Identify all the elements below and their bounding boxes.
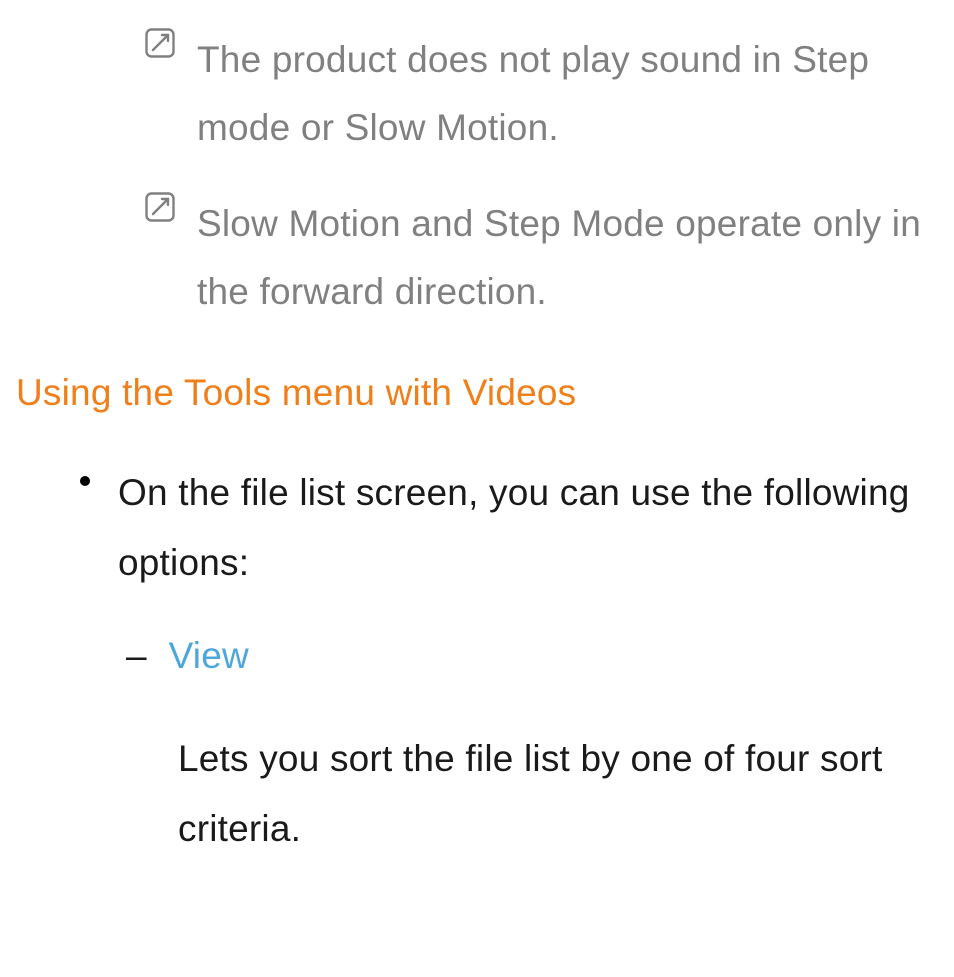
bullet-icon bbox=[80, 476, 90, 486]
dash-row: – View bbox=[126, 632, 944, 680]
note-list: The product does not play sound in Step … bbox=[145, 26, 944, 326]
dash-mark: – bbox=[126, 632, 147, 680]
bullet-row: On the file list screen, you can use the… bbox=[80, 458, 944, 598]
note-text: The product does not play sound in Step … bbox=[197, 26, 944, 162]
note-item: The product does not play sound in Step … bbox=[145, 26, 944, 162]
note-icon bbox=[145, 28, 175, 63]
bullet-text: On the file list screen, you can use the… bbox=[118, 458, 944, 598]
bullet-block: On the file list screen, you can use the… bbox=[80, 458, 944, 864]
dash-block: – View Lets you sort the file list by on… bbox=[126, 632, 944, 864]
note-text: Slow Motion and Step Mode operate only i… bbox=[197, 190, 944, 326]
option-view-description: Lets you sort the file list by one of fo… bbox=[178, 724, 944, 864]
option-view-label: View bbox=[169, 632, 249, 680]
document-page: The product does not play sound in Step … bbox=[0, 26, 954, 894]
note-icon bbox=[145, 192, 175, 227]
section-heading: Using the Tools menu with Videos bbox=[16, 368, 944, 418]
note-item: Slow Motion and Step Mode operate only i… bbox=[145, 190, 944, 326]
